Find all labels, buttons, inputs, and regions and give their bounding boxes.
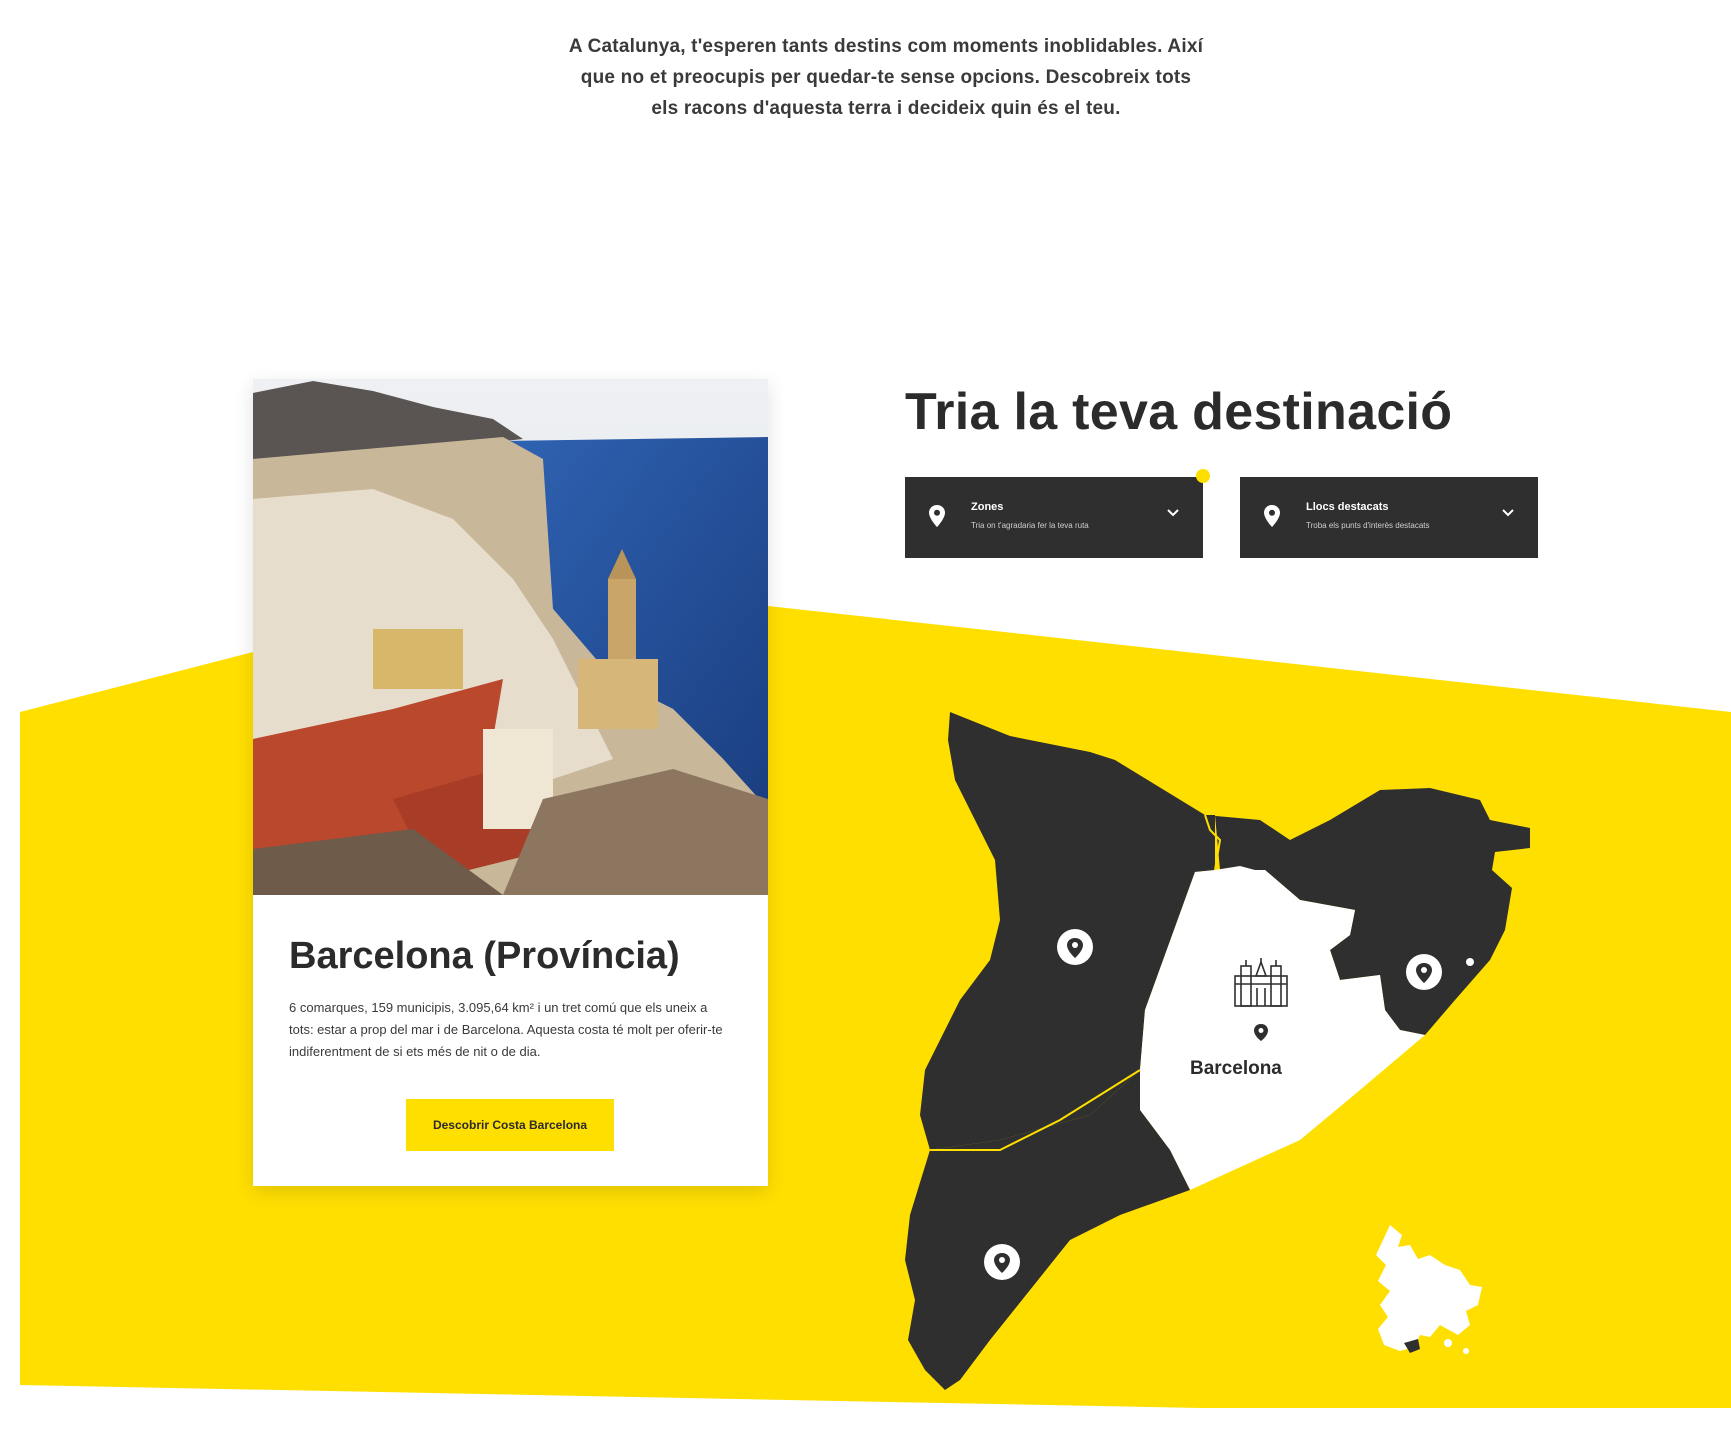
- card-title: Barcelona (Província): [289, 935, 680, 977]
- zones-label: Zones: [971, 501, 1004, 513]
- card-photo: [253, 379, 768, 895]
- notification-dot: [1196, 469, 1210, 483]
- discover-costa-barcelona-button[interactable]: Descobrir Costa Barcelona: [406, 1099, 614, 1151]
- map-pin-icon[interactable]: [1406, 954, 1442, 990]
- zones-dropdown[interactable]: Zones Tria on t'agradaria fer la teva ru…: [905, 477, 1203, 558]
- map-pin-icon[interactable]: [1057, 929, 1093, 965]
- zones-sublabel: Tria on t'agradaria fer la teva ruta: [971, 521, 1089, 530]
- highlighted-places-sublabel: Troba els punts d'interès destacats: [1306, 521, 1430, 530]
- highlighted-places-dropdown[interactable]: Llocs destacats Troba els punts d'interè…: [1240, 477, 1538, 558]
- choose-destination-heading: Tria la teva destinació: [905, 383, 1453, 441]
- map-pin-icon[interactable]: [984, 1244, 1020, 1280]
- chevron-down-icon: [1167, 509, 1179, 517]
- intro-text: A Catalunya, t'esperen tants destins com…: [568, 36, 1204, 119]
- card-description: 6 comarques, 159 municipis, 3.095,64 km²…: [289, 1000, 723, 1059]
- highlighted-places-label: Llocs destacats: [1306, 501, 1389, 513]
- chevron-down-icon: [1502, 509, 1514, 517]
- map-pin-icon: [1264, 505, 1280, 527]
- map-pin-icon: [929, 505, 945, 527]
- selected-region-label: Barcelona: [1190, 1058, 1282, 1079]
- europe-locator-icon: [1376, 1225, 1482, 1354]
- destination-card: Barcelona (Província) 6 comarques, 159 m…: [253, 379, 768, 1186]
